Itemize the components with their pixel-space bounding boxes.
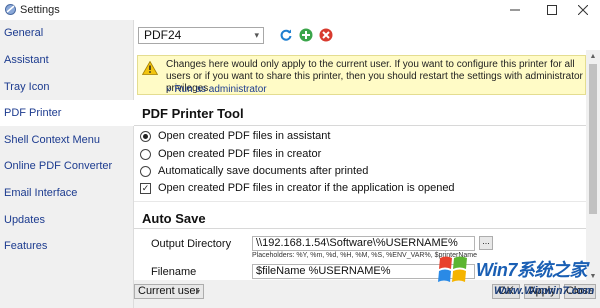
section-divider: [134, 125, 586, 126]
scroll-up-icon[interactable]: ▲: [586, 50, 600, 64]
title-bar: Settings: [0, 0, 600, 20]
scope-select[interactable]: Current user ▾: [134, 284, 204, 299]
minimize-button[interactable]: [498, 0, 532, 20]
run-as-administrator-link[interactable]: » Run as administrator: [166, 84, 267, 95]
sidebar-item-email-interface[interactable]: Email Interface: [0, 180, 134, 206]
sidebar-item-features[interactable]: Features: [0, 233, 134, 259]
scroll-thumb[interactable]: [589, 64, 597, 214]
sidebar-item-pdf-printer[interactable]: PDF Printer: [0, 100, 135, 126]
sidebar-item-updates[interactable]: Updates: [0, 207, 134, 233]
section-divider: [134, 201, 586, 202]
sidebar-item-tray-icon[interactable]: Tray Icon: [0, 74, 134, 100]
windows-logo-icon: [438, 256, 467, 282]
sidebar-item-online-pdf-converter[interactable]: Online PDF Converter: [0, 153, 134, 179]
sidebar-item-shell-context-menu[interactable]: Shell Context Menu: [0, 127, 134, 153]
radio-button[interactable]: [140, 131, 151, 142]
output-directory-label: Output Directory: [151, 238, 232, 250]
settings-app-icon: [5, 4, 16, 15]
close-icon: [578, 5, 588, 15]
warning-icon: [142, 61, 158, 75]
browse-button[interactable]: ...: [479, 236, 493, 250]
printer-toolbar: PDF24 ▾: [134, 20, 600, 50]
chevron-down-icon: ▾: [254, 30, 259, 40]
sidebar-item-general[interactable]: General: [0, 20, 134, 46]
watermark-url: Www.Winwin7.com: [494, 285, 595, 297]
radio-button[interactable]: [140, 149, 151, 160]
section-divider: [134, 228, 586, 229]
sidebar-item-assistant[interactable]: Assistant: [0, 47, 134, 73]
close-window-button[interactable]: [566, 0, 600, 20]
radio-button[interactable]: [140, 166, 151, 177]
delete-icon[interactable]: [319, 28, 333, 42]
section-title-pdf-printer-tool: PDF Printer Tool: [142, 106, 244, 121]
add-icon[interactable]: [299, 28, 313, 42]
minimize-icon: [510, 9, 520, 11]
checkbox[interactable]: ✓: [140, 183, 151, 194]
window-title: Settings: [20, 4, 60, 16]
vertical-scrollbar[interactable]: ▲ ▼: [586, 50, 600, 284]
chevron-down-icon: ▾: [195, 287, 200, 296]
refresh-icon[interactable]: [279, 28, 293, 42]
watermark: Win7系统之家 Www.Winwin7.com: [436, 250, 600, 308]
maximize-button[interactable]: [535, 0, 569, 20]
section-title-auto-save: Auto Save: [142, 211, 206, 226]
filename-label: Filename: [151, 266, 197, 278]
admin-notice: Changes here would only apply to the cur…: [137, 55, 586, 95]
watermark-brand: Win7系统之家: [476, 260, 587, 280]
printer-select[interactable]: PDF24 ▾: [138, 27, 264, 44]
maximize-icon: [547, 5, 557, 15]
sidebar: General Assistant Tray Icon PDF Printer …: [0, 20, 135, 308]
output-directory-field[interactable]: \\192.168.1.54\Software\%USERNAME%: [252, 236, 475, 251]
